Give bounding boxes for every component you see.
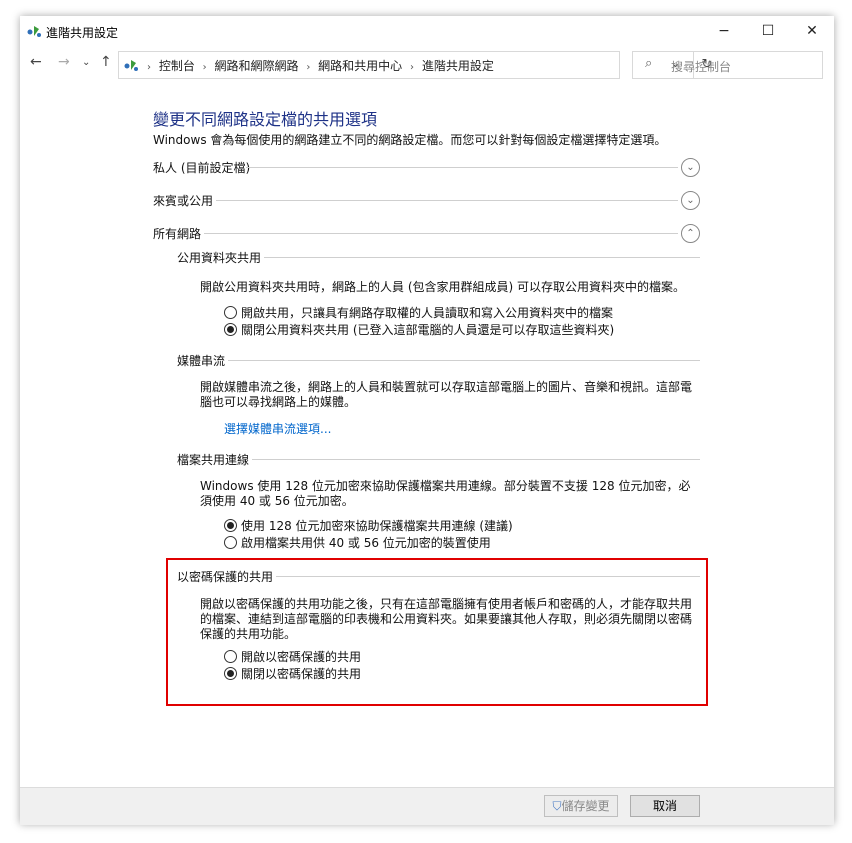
advanced-sharing-window: 進階共用設定 − ☐ ✕ ← → ⌄ ↑ › 控制台 › 網路和網際網路 › 網… [20, 16, 834, 825]
main-content: 變更不同網路設定檔的共用選項 Windows 會為每個使用的網路建立不同的網路設… [20, 80, 834, 787]
search-input[interactable]: ⌕ 搜尋控制台 [632, 51, 823, 79]
radio-button[interactable] [224, 536, 237, 549]
radio-button[interactable] [224, 650, 237, 663]
window-title: 進階共用設定 [46, 26, 119, 40]
chevron-down-icon[interactable]: ⌄ [681, 191, 700, 210]
encryption-40-56-option[interactable]: 啟用檔案共用供 40 或 56 位元加密的裝置使用 [224, 534, 491, 551]
public-folder-off-option[interactable]: 關閉公用資料夾共用 (已登入這部電腦的人員還是可以存取這些資料夾) [224, 321, 614, 338]
chevron-up-icon[interactable]: ⌃ [681, 224, 700, 243]
radio-label: 使用 128 位元加密來協助保護檔案共用連線 (建議) [241, 519, 513, 533]
shield-icon: ⛉ [552, 799, 562, 813]
divider [228, 360, 700, 361]
forward-arrow-icon[interactable]: → [58, 54, 70, 70]
media-options-link[interactable]: 選擇媒體串流選項... [224, 420, 331, 437]
breadcrumb-network-sharing-center[interactable]: 網路和共用中心 [318, 59, 402, 73]
password-on-option[interactable]: 開啟以密碼保護的共用 [224, 648, 361, 665]
recent-locations-icon[interactable]: ⌄ [82, 57, 90, 68]
radio-button-selected[interactable] [224, 519, 237, 532]
save-label: 儲存變更 [561, 799, 610, 813]
radio-button-selected[interactable] [224, 667, 237, 680]
maximize-button[interactable]: ☐ [746, 16, 790, 46]
page-description: Windows 會為每個使用的網路建立不同的網路設定檔。而您可以針對每個設定檔選… [153, 133, 667, 147]
profile-all-label[interactable]: 所有網路 [153, 225, 201, 242]
address-box[interactable]: › 控制台 › 網路和網際網路 › 網路和共用中心 › 進階共用設定 ⌄ ↻ [118, 51, 712, 79]
divider [216, 200, 678, 201]
close-button[interactable]: ✕ [790, 16, 834, 46]
chevron-right-icon[interactable]: › [306, 62, 310, 73]
password-section-title: 以密碼保護的共用 [177, 570, 274, 584]
breadcrumb-network-internet[interactable]: 網路和網際網路 [215, 59, 299, 73]
public-folder-on-option[interactable]: 開啟共用，只讓具有網路存取權的人員讀取和寫入公用資料夾中的檔案 [224, 304, 613, 321]
title-bar: 進階共用設定 − ☐ ✕ [20, 16, 834, 46]
password-off-option[interactable]: 關閉以密碼保護的共用 [224, 665, 361, 682]
breadcrumb-advanced-sharing[interactable]: 進階共用設定 [422, 59, 494, 73]
file-sharing-desc: Windows 使用 128 位元加密來協助保護檔案共用連線。部分裝置不支援 1… [200, 479, 691, 508]
network-center-icon [27, 26, 41, 37]
address-bar: ← → ⌄ ↑ › 控制台 › 網路和網際網路 › 網路和共用中心 › 進階共用… [20, 48, 834, 80]
file-sharing-section-title: 檔案共用連線 [177, 453, 250, 467]
profile-private-label[interactable]: 私人 (目前設定檔) [153, 159, 250, 176]
divider [264, 257, 700, 258]
save-changes-button[interactable]: ⛉儲存變更 [544, 795, 618, 817]
network-center-icon [124, 60, 138, 71]
radio-label: 開啟以密碼保護的共用 [241, 650, 362, 664]
encryption-128-option[interactable]: 使用 128 位元加密來協助保護檔案共用連線 (建議) [224, 517, 513, 534]
media-section-title: 媒體串流 [177, 354, 226, 368]
divider [276, 576, 700, 577]
radio-label: 關閉以密碼保護的共用 [241, 667, 362, 681]
public-folder-desc: 開啟公用資料夾共用時，網路上的人員 (包含家用群組成員) 可以存取公用資料夾中的… [200, 280, 685, 294]
password-desc: 開啟以密碼保護的共用功能之後，只有在這部電腦擁有使用者帳戶和密碼的人，才能存取共… [200, 597, 693, 641]
breadcrumb-control-panel[interactable]: 控制台 [159, 59, 195, 73]
radio-button[interactable] [224, 306, 237, 319]
chevron-right-icon[interactable]: › [203, 62, 207, 73]
footer-bar: ⛉儲存變更 取消 [20, 787, 834, 825]
media-desc: 開啟媒體串流之後，網路上的人員和裝置就可以存取這部電腦上的圖片、音樂和視訊。這部… [200, 380, 693, 409]
minimize-button[interactable]: − [702, 16, 746, 46]
chevron-down-icon[interactable]: ⌄ [681, 158, 700, 177]
search-placeholder: 搜尋控制台 [671, 60, 732, 74]
radio-label: 啟用檔案共用供 40 或 56 位元加密的裝置使用 [241, 536, 491, 550]
profile-guest-label[interactable]: 來賓或公用 [153, 192, 213, 209]
up-arrow-icon[interactable]: ↑ [100, 54, 112, 70]
search-icon: ⌕ [645, 56, 653, 71]
divider [252, 459, 700, 460]
chevron-right-icon[interactable]: › [410, 62, 414, 73]
radio-button-selected[interactable] [224, 323, 237, 336]
page-title: 變更不同網路設定檔的共用選項 [153, 110, 378, 129]
radio-label: 關閉公用資料夾共用 (已登入這部電腦的人員還是可以存取這些資料夾) [241, 323, 615, 337]
back-arrow-icon[interactable]: ← [30, 54, 42, 70]
cancel-button[interactable]: 取消 [630, 795, 700, 817]
public-folder-section-title: 公用資料夾共用 [177, 251, 262, 265]
chevron-right-icon: › [147, 62, 151, 73]
breadcrumb: › 控制台 › 網路和網際網路 › 網路和共用中心 › 進階共用設定 [143, 57, 494, 74]
divider [204, 233, 678, 234]
divider [246, 167, 678, 168]
radio-label: 開啟共用，只讓具有網路存取權的人員讀取和寫入公用資料夾中的檔案 [241, 306, 614, 320]
